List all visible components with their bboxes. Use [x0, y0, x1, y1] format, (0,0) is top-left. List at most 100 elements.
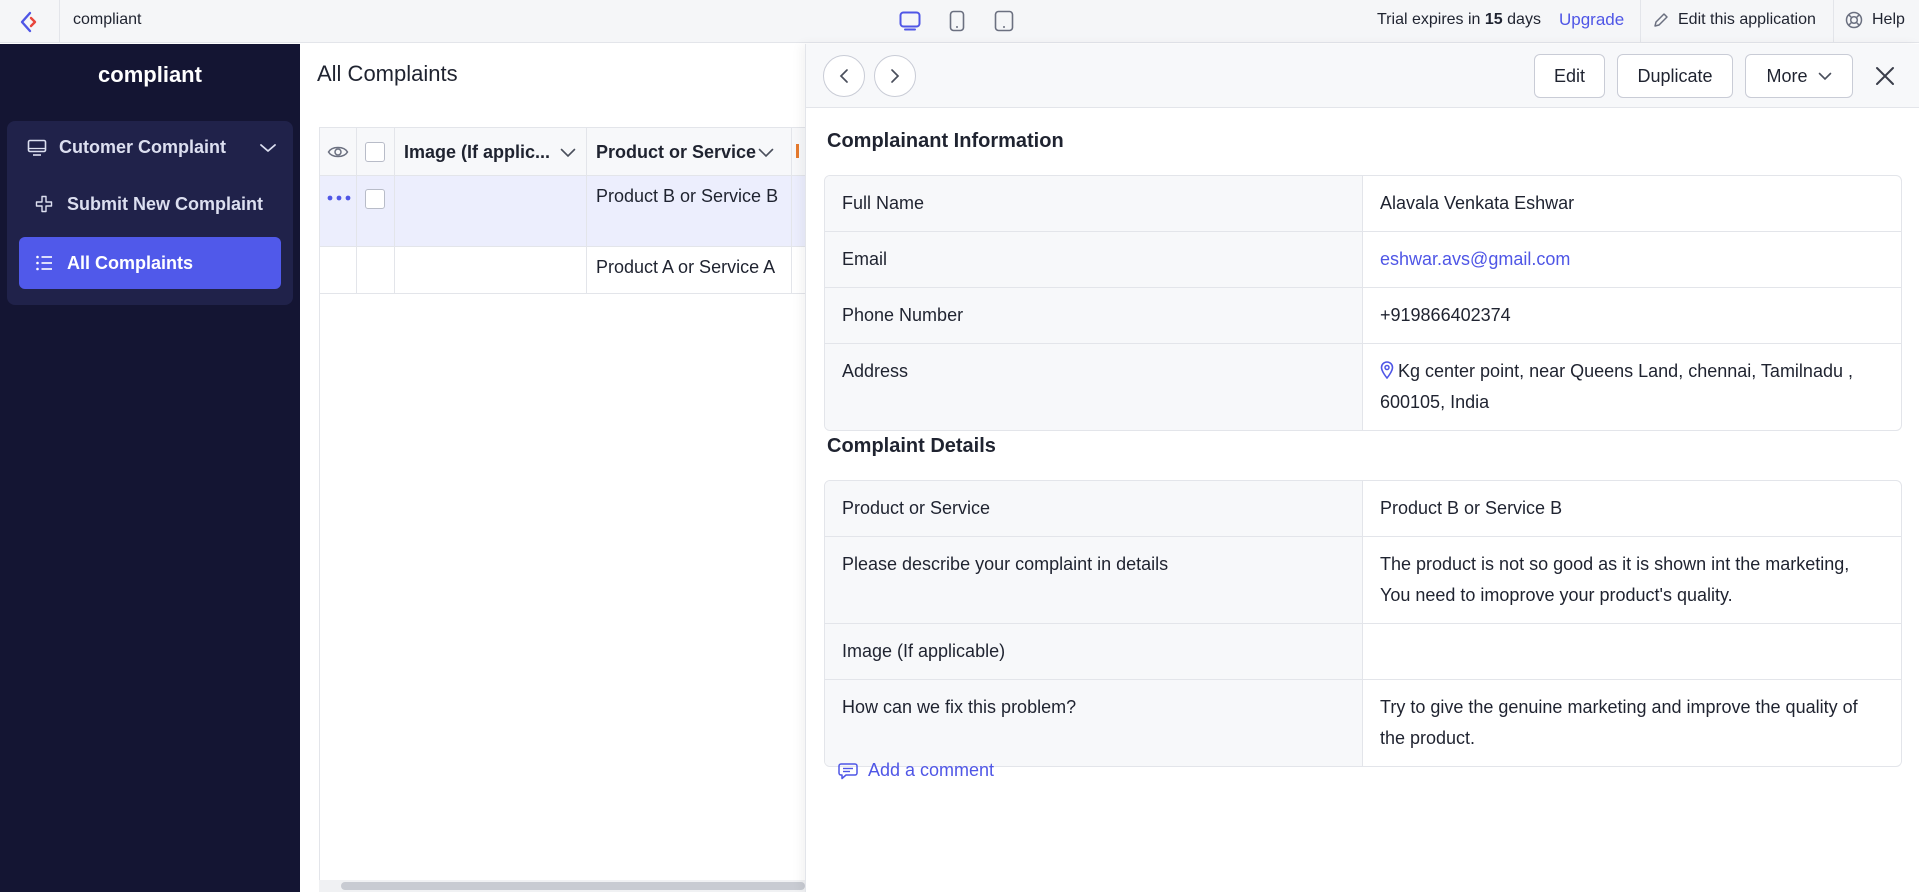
sidebar-item-label: Submit New Complaint [67, 193, 264, 214]
sidebar-group-label: Cutomer Complaint [59, 137, 227, 157]
table-col-select [357, 128, 395, 175]
app-logo[interactable] [0, 0, 60, 43]
list-icon [36, 255, 52, 271]
field-row-image: Image (If applicable) [825, 624, 1901, 680]
complaints-table: Image (If applic... Product or Service P… [319, 127, 806, 887]
field-value: +919866402374 [1380, 305, 1511, 325]
sidebar: compliant Cutomer Complaint Submit New C… [0, 44, 300, 892]
sidebar-item-label: All Complaints [67, 252, 194, 273]
next-record-button[interactable] [874, 55, 916, 97]
help-label: Help [1872, 11, 1905, 28]
scrollbar-thumb[interactable] [341, 882, 805, 890]
row-actions [320, 247, 357, 293]
field-label: Product or Service [825, 481, 1363, 536]
more-dots-icon[interactable] [327, 195, 351, 201]
row-image-cell [395, 247, 587, 293]
top-bar: compliant Trial expires in 15 days Upgra… [0, 0, 1919, 43]
field-value [1363, 624, 1901, 679]
field-label: Image (If applicable) [825, 624, 1363, 679]
select-all-checkbox[interactable] [365, 142, 385, 162]
eye-icon[interactable] [327, 144, 349, 160]
field-label: Address [825, 344, 1363, 430]
app-name: compliant [73, 11, 142, 28]
pencil-icon [1654, 13, 1668, 27]
comment-icon [838, 762, 858, 779]
table-row[interactable]: Product A or Service A [320, 247, 806, 294]
plus-icon [35, 195, 53, 213]
truncated-column-marker [796, 144, 799, 158]
field-value: The product is not so good as it is show… [1380, 554, 1850, 605]
monitor-icon [27, 139, 47, 156]
chevron-down-icon[interactable] [758, 148, 774, 158]
row-product-cell: Product A or Service A [587, 247, 792, 293]
close-icon [1876, 67, 1894, 85]
record-detail-panel: Edit Duplicate More Complainant Informat… [805, 44, 1919, 892]
table-col-image[interactable]: Image (If applic... [395, 128, 587, 175]
help-button[interactable]: Help [1845, 11, 1905, 29]
row-select-cell [357, 176, 395, 246]
row-product-value: Product B or Service B [596, 186, 779, 206]
field-label: How can we fix this problem? [825, 680, 1363, 766]
field-row-email: Email eshwar.avs@gmail.com [825, 232, 1901, 288]
column-header-product: Product or Service [596, 142, 757, 162]
lifebuoy-icon [1845, 11, 1863, 29]
edit-application-button[interactable]: Edit this application [1653, 11, 1816, 29]
sidebar-group: Cutomer Complaint Submit New Complaint A… [7, 121, 293, 305]
previous-record-button[interactable] [823, 55, 865, 97]
table-col-product[interactable]: Product or Service [587, 128, 792, 175]
mobile-icon[interactable] [945, 9, 969, 33]
row-product-value: Product A or Service A [596, 257, 776, 277]
chevron-down-icon [1818, 72, 1831, 80]
complaint-details-table: Product or Service Product B or Service … [824, 480, 1902, 767]
main-content: All Complaints Image (If applic... Produ… [300, 44, 806, 892]
field-label: Phone Number [825, 288, 1363, 343]
sidebar-item-submit-new-complaint[interactable]: Submit New Complaint [19, 178, 281, 230]
field-value: Try to give the genuine marketing and im… [1380, 697, 1858, 748]
trial-suffix: days [1507, 11, 1541, 28]
sidebar-app-title: compliant [98, 62, 202, 87]
field-row-fix: How can we fix this problem? Try to give… [825, 680, 1901, 766]
column-header-image: Image (If applic... [404, 142, 551, 162]
row-checkbox[interactable] [365, 189, 385, 209]
more-button[interactable]: More [1745, 54, 1853, 98]
chevron-left-icon [839, 69, 848, 83]
upgrade-link[interactable]: Upgrade [1559, 10, 1624, 30]
divider [1640, 0, 1641, 43]
field-value: Product B or Service B [1380, 498, 1563, 518]
section-title-complaint-details: Complaint Details [827, 435, 996, 457]
desktop-icon[interactable] [898, 9, 922, 33]
trial-notice: Trial expires in 15 days [1377, 11, 1541, 29]
row-actions[interactable] [320, 176, 357, 246]
field-row-description: Please describe your complaint in detail… [825, 537, 1901, 624]
map-pin-icon[interactable] [1380, 361, 1394, 380]
add-comment-button[interactable]: Add a comment [838, 760, 994, 781]
field-row-product: Product or Service Product B or Service … [825, 481, 1901, 537]
field-row-full-name: Full Name Alavala Venkata Eshwar [825, 176, 1901, 232]
add-comment-label: Add a comment [868, 760, 995, 780]
close-panel-button[interactable] [1871, 62, 1899, 90]
chevron-right-icon [891, 69, 900, 83]
panel-header: Edit Duplicate More [806, 44, 1919, 108]
chevron-down-icon[interactable] [560, 148, 576, 158]
email-link[interactable]: eshwar.avs@gmail.com [1363, 232, 1901, 287]
table-row[interactable]: Product B or Service B [320, 176, 806, 247]
logo-icon [20, 11, 36, 32]
sidebar-item-all-complaints[interactable]: All Complaints [19, 237, 281, 289]
table-col-view [320, 128, 357, 175]
field-row-address: Address Kg center point, near Queens Lan… [825, 344, 1901, 430]
duplicate-button[interactable]: Duplicate [1617, 54, 1733, 98]
trial-prefix: Trial expires in [1377, 11, 1481, 28]
trial-days: 15 [1484, 11, 1503, 28]
edit-button[interactable]: Edit [1534, 54, 1605, 98]
sidebar-group-header[interactable]: Cutomer Complaint [27, 137, 277, 158]
section-title-complainant: Complainant Information [827, 130, 1064, 152]
tablet-icon[interactable] [992, 9, 1016, 33]
device-preview-toggle [898, 9, 1016, 33]
field-value: Alavala Venkata Eshwar [1380, 193, 1575, 213]
more-label: More [1766, 65, 1808, 86]
field-label: Please describe your complaint in detail… [825, 537, 1363, 623]
horizontal-scrollbar[interactable] [319, 880, 805, 892]
address-value: Kg center point, near Queens Land, chenn… [1363, 344, 1901, 430]
address-text: Kg center point, near Queens Land, chenn… [1380, 361, 1853, 412]
field-label: Email [825, 232, 1363, 287]
